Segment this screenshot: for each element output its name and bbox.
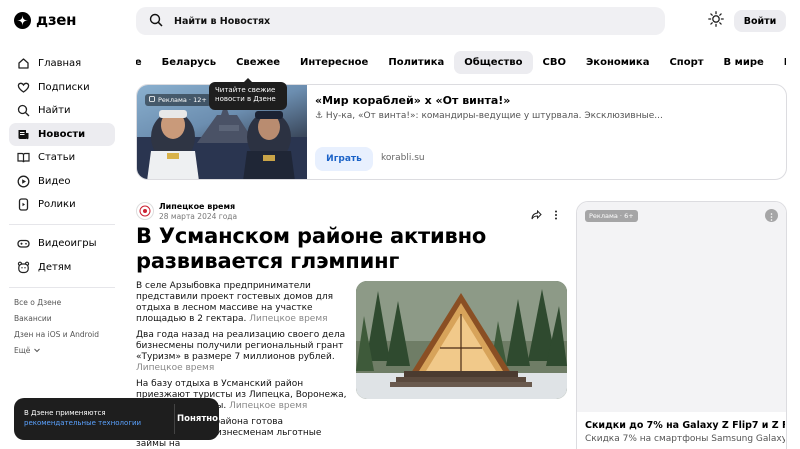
search-placeholder: Найти в Новостях: [174, 15, 271, 27]
ad-description: ⚓ Ну-ка, «От винта!»: командиры-ведущие …: [315, 111, 663, 121]
sidebar-item-video[interactable]: Видео: [9, 170, 115, 193]
tab-belarus[interactable]: Беларусь: [152, 51, 226, 74]
tooltip: Читайте свежие новости в Дзене: [209, 78, 287, 110]
tab-world[interactable]: В мире: [714, 51, 774, 74]
news-tabs: ое Беларусь Свежее Интересное Политика О…: [136, 51, 786, 74]
footer-link-about[interactable]: Все о Дзене: [9, 295, 115, 311]
article-headline[interactable]: В Усманском районе активно развивается г…: [136, 224, 516, 274]
share-icon: [531, 205, 542, 224]
sidebar-item-shorts[interactable]: Ролики: [9, 193, 115, 216]
sidebar-item-label: Подписки: [38, 81, 90, 93]
subscriptions-icon: [17, 81, 30, 94]
more-vertical-icon: [554, 205, 558, 224]
video-icon: [17, 175, 30, 188]
ad-badge-icon: [149, 96, 155, 104]
tab-fresh[interactable]: Свежее: [226, 51, 290, 74]
tab-sport[interactable]: Спорт: [659, 51, 713, 74]
ad-label: Реклама · 6+: [585, 210, 638, 222]
cookie-text: В Дзене применяются: [24, 409, 106, 417]
ad-label: Реклама · 12+: [145, 94, 211, 106]
search-input[interactable]: Найти в Новостях: [136, 7, 665, 35]
sidebar-item-search[interactable]: Найти: [9, 99, 115, 122]
tab-economy[interactable]: Экономика: [576, 51, 660, 74]
sidebar-item-label: Найти: [38, 105, 71, 116]
ad-image: [577, 202, 786, 412]
tab-politics[interactable]: Политика: [378, 51, 454, 74]
more-options-button[interactable]: [554, 205, 558, 224]
share-button[interactable]: [531, 205, 542, 224]
ad-label-text: Реклама · 12+: [158, 96, 207, 104]
summary-paragraph: Два года назад на реализацию своего дела…: [136, 330, 348, 374]
ad-description: Скидка 7% на смартфоны Samsung Galaxy: [585, 434, 785, 444]
footer-link-more-label: Ещё: [14, 346, 31, 355]
sidebar-item-news[interactable]: Новости: [9, 122, 115, 146]
summary-source[interactable]: Липецкое время: [136, 363, 214, 373]
publish-date: 28 марта 2024 года: [159, 212, 238, 221]
chevron-down-icon: [33, 346, 41, 356]
cookie-notice: В Дзене применяются рекомендательные тех…: [14, 398, 219, 440]
summary-source[interactable]: Липецкое время: [229, 401, 307, 411]
sidebar-item-label: Видеоигры: [38, 238, 97, 249]
source-avatar[interactable]: [136, 202, 154, 220]
sidebar-item-label: Ролики: [38, 199, 76, 210]
sidebar-item-videogames[interactable]: Видеоигры: [9, 232, 115, 255]
tab-svo[interactable]: СВО: [533, 51, 576, 74]
home-icon: [17, 57, 30, 70]
tab-partial[interactable]: ое: [136, 51, 152, 74]
ad-domain[interactable]: korabli.su: [381, 153, 425, 163]
shorts-icon: [17, 198, 30, 211]
search-icon: [149, 12, 163, 31]
summary-paragraph: В селе Арзыбовка предприниматели предста…: [136, 281, 348, 325]
cookie-divider: [174, 404, 175, 434]
theme-toggle-button[interactable]: [707, 11, 725, 31]
gamepad-icon: [17, 237, 30, 250]
search-icon: [17, 104, 30, 117]
sidebar-item-label: Детям: [38, 261, 72, 273]
sidebar-item-label: Главная: [38, 58, 82, 69]
tab-society[interactable]: Общество: [454, 51, 533, 74]
ad-title[interactable]: «Мир кораблей» х «От винта!»: [315, 94, 510, 107]
footer-link-more[interactable]: Ещё: [9, 343, 115, 359]
sidebar-ad[interactable]: Реклама · 6+ Скидки до 7% на Galaxy Z Fl…: [576, 201, 787, 449]
login-button[interactable]: Войти: [734, 10, 786, 32]
tab-showbiz[interactable]: Шоу-бизнес: [774, 51, 786, 74]
footer-link-jobs[interactable]: Вакансии: [9, 311, 115, 327]
sidebar-item-label: Новости: [38, 128, 86, 140]
sun-icon: [708, 11, 724, 31]
sidebar-item-label: Видео: [38, 175, 71, 187]
summary-text: Два года назад на реализацию своего дела…: [136, 330, 346, 362]
kids-icon: [17, 261, 30, 274]
dzen-logo[interactable]: дзен: [14, 11, 76, 29]
tab-interesting[interactable]: Интересное: [290, 51, 378, 74]
sidebar-item-subscriptions[interactable]: Подписки: [9, 76, 115, 99]
footer-link-apps[interactable]: Дзен на iOS и Android: [9, 327, 115, 343]
dzen-logo-icon: [14, 11, 31, 29]
source-name[interactable]: Липецкое время: [159, 202, 235, 211]
sidebar-divider: [9, 224, 115, 225]
sidebar: Главная Подписки Найти Новости Статьи Ви…: [9, 52, 115, 359]
cookie-link[interactable]: рекомендательные технологии: [24, 419, 141, 427]
play-button[interactable]: Играть: [315, 147, 373, 171]
news-icon: [17, 128, 30, 141]
ad-more-button[interactable]: [765, 209, 778, 222]
sidebar-item-articles[interactable]: Статьи: [9, 146, 115, 169]
sidebar-divider: [9, 286, 115, 288]
more-vertical-icon: [770, 206, 773, 225]
summary-source[interactable]: Липецкое время: [249, 314, 327, 324]
articles-icon: [17, 151, 30, 164]
logo-text: дзен: [36, 11, 77, 29]
sidebar-item-home[interactable]: Главная: [9, 52, 115, 75]
article-photo[interactable]: [356, 281, 567, 399]
cookie-accept-button[interactable]: Понятно: [176, 404, 219, 434]
ad-title[interactable]: Скидки до 7% на Galaxy Z Flip7 и Z Fold7: [585, 420, 785, 431]
sidebar-item-label: Статьи: [38, 152, 76, 163]
sidebar-item-kids[interactable]: Детям: [9, 256, 115, 279]
